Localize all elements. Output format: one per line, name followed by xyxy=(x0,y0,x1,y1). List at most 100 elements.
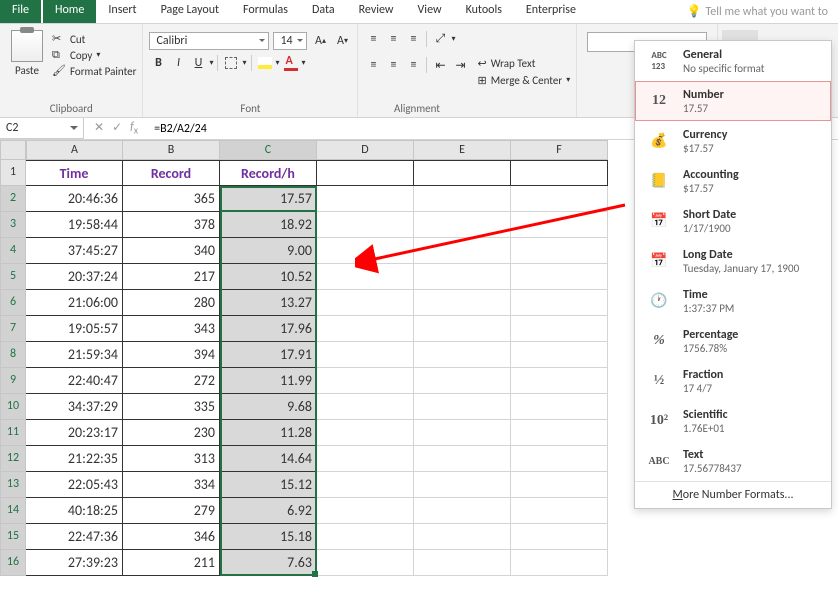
wrap-text-button[interactable]: ↩Wrap Text xyxy=(477,57,570,70)
cell[interactable]: 40:18:25 xyxy=(26,498,123,524)
row-header-7[interactable]: 7 xyxy=(0,316,26,342)
header-cell[interactable]: Record xyxy=(123,160,220,186)
decrease-font-button[interactable]: A▾ xyxy=(333,32,351,50)
more-number-formats[interactable]: MMore Number Formats...ore Number Format… xyxy=(635,481,831,508)
paste-button[interactable]: Paste xyxy=(6,30,48,78)
cell[interactable] xyxy=(511,472,608,498)
copy-button[interactable]: ⧉Copy ▾ xyxy=(52,48,136,62)
cell[interactable] xyxy=(511,212,608,238)
row-header-4[interactable]: 4 xyxy=(0,238,26,264)
cell[interactable] xyxy=(511,160,608,186)
row-header-10[interactable]: 10 xyxy=(0,394,26,420)
cell[interactable]: 20:46:36 xyxy=(26,186,123,212)
cell[interactable]: 272 xyxy=(123,368,220,394)
cell[interactable]: 21:59:34 xyxy=(26,342,123,368)
align-top-button[interactable]: ≡ xyxy=(364,30,382,48)
cell[interactable]: 10.52 xyxy=(220,264,317,290)
cell[interactable] xyxy=(414,446,511,472)
cell[interactable] xyxy=(414,342,511,368)
cell[interactable]: 19:05:57 xyxy=(26,316,123,342)
format-fraction[interactable]: ½Fraction17 4/7 xyxy=(635,361,831,401)
cell[interactable]: 19:58:44 xyxy=(26,212,123,238)
cell[interactable] xyxy=(414,238,511,264)
cell[interactable]: 6.92 xyxy=(220,498,317,524)
merge-center-button[interactable]: ⊞Merge & Center ▾ xyxy=(477,74,570,87)
row-header-1[interactable]: 1 xyxy=(0,160,26,186)
cell[interactable]: 20:37:24 xyxy=(26,264,123,290)
row-header-13[interactable]: 13 xyxy=(0,472,26,498)
cell[interactable] xyxy=(317,498,414,524)
tab-insert[interactable]: Insert xyxy=(96,0,148,23)
cell[interactable]: 346 xyxy=(123,524,220,550)
underline-button[interactable]: U xyxy=(189,54,207,72)
cell[interactable]: 15.18 xyxy=(220,524,317,550)
cell[interactable] xyxy=(511,264,608,290)
cell[interactable]: 334 xyxy=(123,472,220,498)
cell[interactable] xyxy=(317,238,414,264)
cell[interactable] xyxy=(317,550,414,576)
cell[interactable]: 11.28 xyxy=(220,420,317,446)
cell[interactable] xyxy=(511,186,608,212)
cell[interactable] xyxy=(511,342,608,368)
align-right-button[interactable]: ≡ xyxy=(404,56,422,74)
cell[interactable]: 279 xyxy=(123,498,220,524)
cell[interactable] xyxy=(317,342,414,368)
cell[interactable] xyxy=(317,472,414,498)
cell[interactable] xyxy=(511,290,608,316)
cell[interactable]: 22:47:36 xyxy=(26,524,123,550)
cell[interactable] xyxy=(317,368,414,394)
orientation-button[interactable]: ⤢ xyxy=(431,30,449,48)
tab-page-layout[interactable]: Page Layout xyxy=(149,0,231,23)
cell[interactable] xyxy=(317,420,414,446)
tab-kutools[interactable]: Kutools xyxy=(454,0,514,23)
header-cell[interactable]: Time xyxy=(26,160,123,186)
cell[interactable] xyxy=(414,498,511,524)
align-middle-button[interactable]: ≡ xyxy=(384,30,402,48)
cell[interactable]: 22:05:43 xyxy=(26,472,123,498)
fill-color-button[interactable] xyxy=(256,54,274,72)
cell[interactable]: 21:06:00 xyxy=(26,290,123,316)
format-long-date[interactable]: 📅Long DateTuesday, January 17, 1900 xyxy=(635,241,831,281)
row-header-15[interactable]: 15 xyxy=(0,524,26,550)
tell-me[interactable]: 💡Tell me what you want to xyxy=(677,0,838,23)
col-header-E[interactable]: E xyxy=(414,140,511,160)
cancel-formula-button[interactable]: ✕ xyxy=(94,120,104,136)
tab-view[interactable]: View xyxy=(406,0,454,23)
tab-enterprise[interactable]: Enterprise xyxy=(514,0,588,23)
cell[interactable]: 14.64 xyxy=(220,446,317,472)
name-box[interactable]: C2 xyxy=(0,118,84,139)
format-time[interactable]: 🕐Time1:37:37 PM xyxy=(635,281,831,321)
increase-indent-button[interactable]: ⇥ xyxy=(451,56,469,74)
row-header-6[interactable]: 6 xyxy=(0,290,26,316)
select-all-corner[interactable] xyxy=(0,140,26,160)
tab-review[interactable]: Review xyxy=(347,0,406,23)
cell[interactable]: 230 xyxy=(123,420,220,446)
cell[interactable]: 15.12 xyxy=(220,472,317,498)
cell[interactable] xyxy=(414,550,511,576)
align-left-button[interactable]: ≡ xyxy=(364,56,382,74)
col-header-D[interactable]: D xyxy=(317,140,414,160)
cell[interactable] xyxy=(511,316,608,342)
font-size-select[interactable]: 14 xyxy=(273,32,307,50)
cell[interactable] xyxy=(317,212,414,238)
cell[interactable] xyxy=(414,368,511,394)
cell[interactable]: 21:22:35 xyxy=(26,446,123,472)
cell[interactable]: 340 xyxy=(123,238,220,264)
cell[interactable] xyxy=(414,472,511,498)
align-center-button[interactable]: ≡ xyxy=(384,56,402,74)
cell[interactable] xyxy=(511,446,608,472)
cell[interactable] xyxy=(414,394,511,420)
cell[interactable] xyxy=(317,160,414,186)
cell[interactable]: 365 xyxy=(123,186,220,212)
cell[interactable]: 217 xyxy=(123,264,220,290)
cell[interactable]: 378 xyxy=(123,212,220,238)
cell[interactable] xyxy=(511,550,608,576)
cell[interactable] xyxy=(511,420,608,446)
cell[interactable]: 17.57 xyxy=(220,186,317,212)
cell[interactable] xyxy=(414,160,511,186)
cell[interactable]: 343 xyxy=(123,316,220,342)
tab-data[interactable]: Data xyxy=(300,0,347,23)
cell[interactable]: 20:23:17 xyxy=(26,420,123,446)
row-header-14[interactable]: 14 xyxy=(0,498,26,524)
col-header-F[interactable]: F xyxy=(511,140,608,160)
